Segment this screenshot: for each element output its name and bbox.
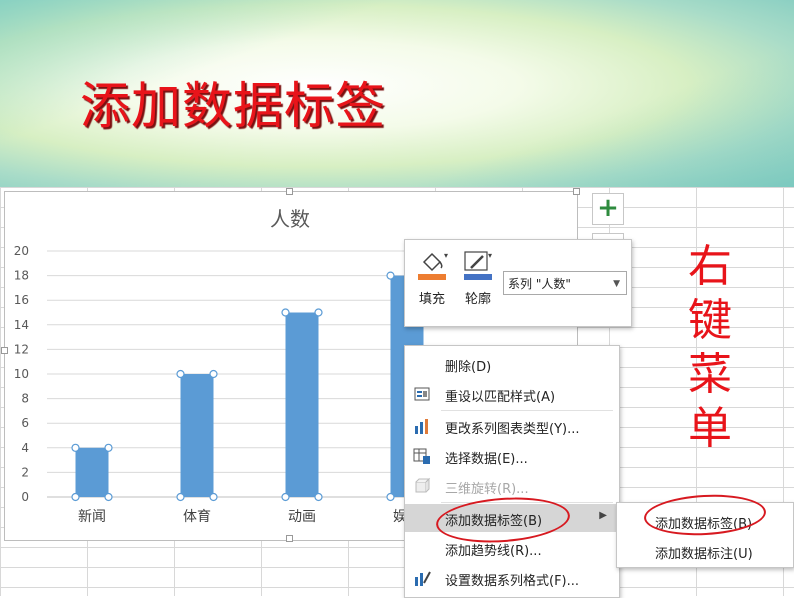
- selection-handle[interactable]: [71, 443, 80, 452]
- selection-handle[interactable]: [386, 271, 395, 280]
- mini-format-toolbar: ▾ 填充 ▾ 轮廓 系列 "人数" ▼: [404, 239, 632, 327]
- y-axis-ticks: 0 2 4 6 8 10 12 14 16 18 20: [14, 244, 29, 504]
- x-tick-label: 动画: [288, 509, 316, 525]
- reset-style-icon: [413, 385, 431, 403]
- menu-item-delete[interactable]: 删除(D): [405, 350, 619, 378]
- y-tick-label: 4: [21, 441, 29, 455]
- selection-handle[interactable]: [209, 369, 218, 379]
- chart-resize-handle[interactable]: [286, 188, 293, 195]
- y-tick-label: 2: [21, 465, 29, 479]
- chart-resize-handle[interactable]: [573, 188, 580, 195]
- y-tick-label: 16: [14, 293, 29, 307]
- y-tick-label: 20: [14, 244, 29, 258]
- chart-resize-handle[interactable]: [1, 347, 8, 354]
- x-tick-label: 新闻: [78, 509, 106, 525]
- y-tick-label: 12: [14, 342, 29, 356]
- selection-handle[interactable]: [176, 369, 185, 379]
- select-data-icon: [413, 447, 431, 465]
- chart-resize-handle[interactable]: [286, 535, 293, 542]
- chart-title[interactable]: 人数: [270, 207, 310, 231]
- selection-handle[interactable]: [71, 492, 80, 502]
- y-tick-label: 0: [21, 490, 29, 504]
- y-tick-label: 6: [21, 416, 29, 430]
- selection-handle[interactable]: [386, 492, 395, 502]
- menu-item-reset-style[interactable]: 重设以匹配样式(A): [405, 380, 619, 408]
- selection-handle[interactable]: [176, 492, 185, 502]
- submenu-arrow-icon: ▶: [599, 510, 607, 521]
- selection-handle[interactable]: [104, 492, 113, 502]
- chart-type-icon: [413, 417, 431, 435]
- selection-handle[interactable]: [314, 308, 323, 317]
- selection-handle[interactable]: [281, 308, 290, 317]
- y-tick-label: 14: [14, 318, 29, 332]
- svg-text:▾: ▾: [488, 251, 492, 260]
- format-series-icon: [413, 569, 431, 587]
- menu-item-change-chart-type[interactable]: 更改系列图表类型(Y)...: [405, 412, 619, 440]
- svg-text:▾: ▾: [444, 251, 448, 260]
- selection-handle[interactable]: [209, 492, 218, 502]
- series-select-value: 系列 "人数": [508, 277, 571, 291]
- bar[interactable]: [180, 374, 214, 497]
- outline-label: 轮廓: [464, 292, 491, 307]
- y-tick-label: 10: [14, 367, 29, 381]
- selection-handle[interactable]: [314, 492, 323, 502]
- x-axis-labels: 新闻体育动画娱乐: [78, 509, 421, 525]
- x-tick-label: 体育: [183, 509, 211, 525]
- menu-item-select-data[interactable]: 选择数据(E)...: [405, 442, 619, 470]
- bar[interactable]: [75, 447, 109, 497]
- fill-button[interactable]: ▾ 填充: [413, 248, 451, 318]
- selection-handle[interactable]: [281, 492, 290, 502]
- menu-item-format-series[interactable]: 设置数据系列格式(F)...: [405, 564, 619, 592]
- selection-handle[interactable]: [104, 443, 113, 452]
- fill-label: 填充: [418, 292, 445, 307]
- y-tick-label: 8: [21, 392, 29, 406]
- slide-title: 添加数据标签: [80, 77, 386, 135]
- bar[interactable]: [285, 312, 319, 498]
- chevron-down-icon: ▼: [613, 279, 620, 289]
- series-select-dropdown[interactable]: 系列 "人数" ▼: [503, 271, 627, 295]
- outline-button[interactable]: ▾ 轮廓: [459, 248, 497, 318]
- y-tick-label: 18: [14, 269, 29, 283]
- rotate-3d-icon: [413, 477, 431, 495]
- submenu-item-add-data-callouts[interactable]: 添加数据标注(U): [617, 537, 793, 565]
- add-chart-element-button[interactable]: +: [592, 193, 624, 225]
- side-note: 右键菜单: [688, 241, 732, 454]
- outline-pen-icon: ▾: [461, 248, 495, 282]
- series-bars[interactable]: [71, 271, 428, 502]
- fill-bucket-icon: ▾: [415, 248, 449, 282]
- context-menu: 删除(D) 重设以匹配样式(A) 更改系列图表类型(Y)... 选择数据(E).…: [404, 345, 620, 598]
- menu-item-3d-rotation[interactable]: 三维旋转(R)...: [405, 472, 619, 500]
